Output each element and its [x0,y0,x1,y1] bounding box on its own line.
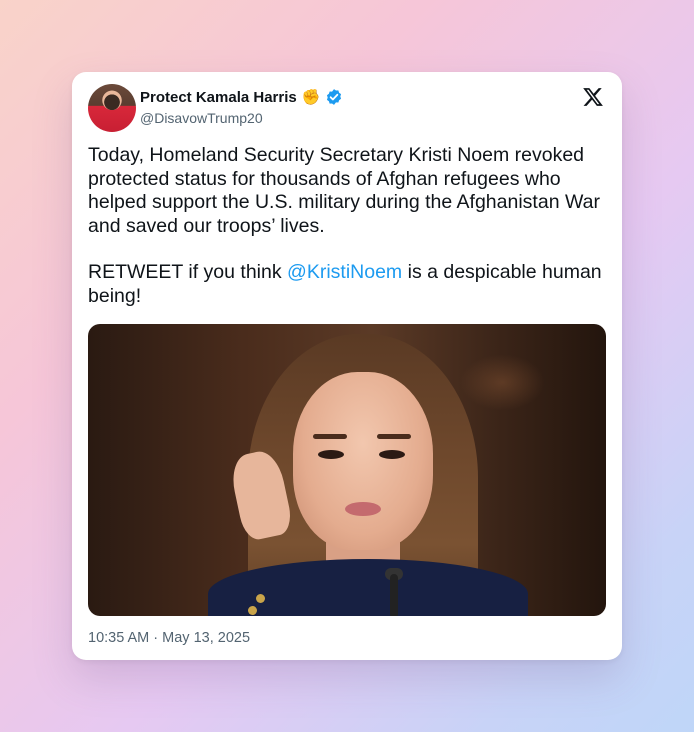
photo-jacket-button [248,606,257,615]
photo-face [293,372,433,550]
photo-microphone [390,574,398,616]
tweet-paragraph-2: RETWEET if you think @KristiNoem is a de… [88,261,610,308]
avatar[interactable] [88,84,136,132]
tweet-timestamp[interactable]: 10:35 AM · May 13, 2025 [88,630,250,646]
raised-fist-emoji: ✊ [301,88,321,106]
photo-eye-right [379,450,405,459]
author-name[interactable]: Protect Kamala Harris [140,89,297,106]
photo-brow-left [313,434,347,439]
x-logo-icon[interactable] [582,86,604,108]
tweet-paragraph-1: Today, Homeland Security Secretary Krist… [88,144,600,237]
author-row: Protect Kamala Harris ✊ [140,88,343,106]
tweet-photo[interactable] [88,324,606,616]
tweet-text: Today, Homeland Security Secretary Krist… [88,144,610,331]
mention-link[interactable]: @KristiNoem [287,261,402,283]
tweet-card: Protect Kamala Harris ✊ @DisavowTrump20 … [72,72,622,660]
photo-jacket-button [256,594,265,603]
retweet-call-text: RETWEET if you think [88,261,288,283]
photo-eye-left [318,450,344,459]
photo-brow-right [377,434,411,439]
verified-badge-icon [327,89,342,105]
photo-lips [345,502,381,516]
author-handle[interactable]: @DisavowTrump20 [140,110,263,126]
